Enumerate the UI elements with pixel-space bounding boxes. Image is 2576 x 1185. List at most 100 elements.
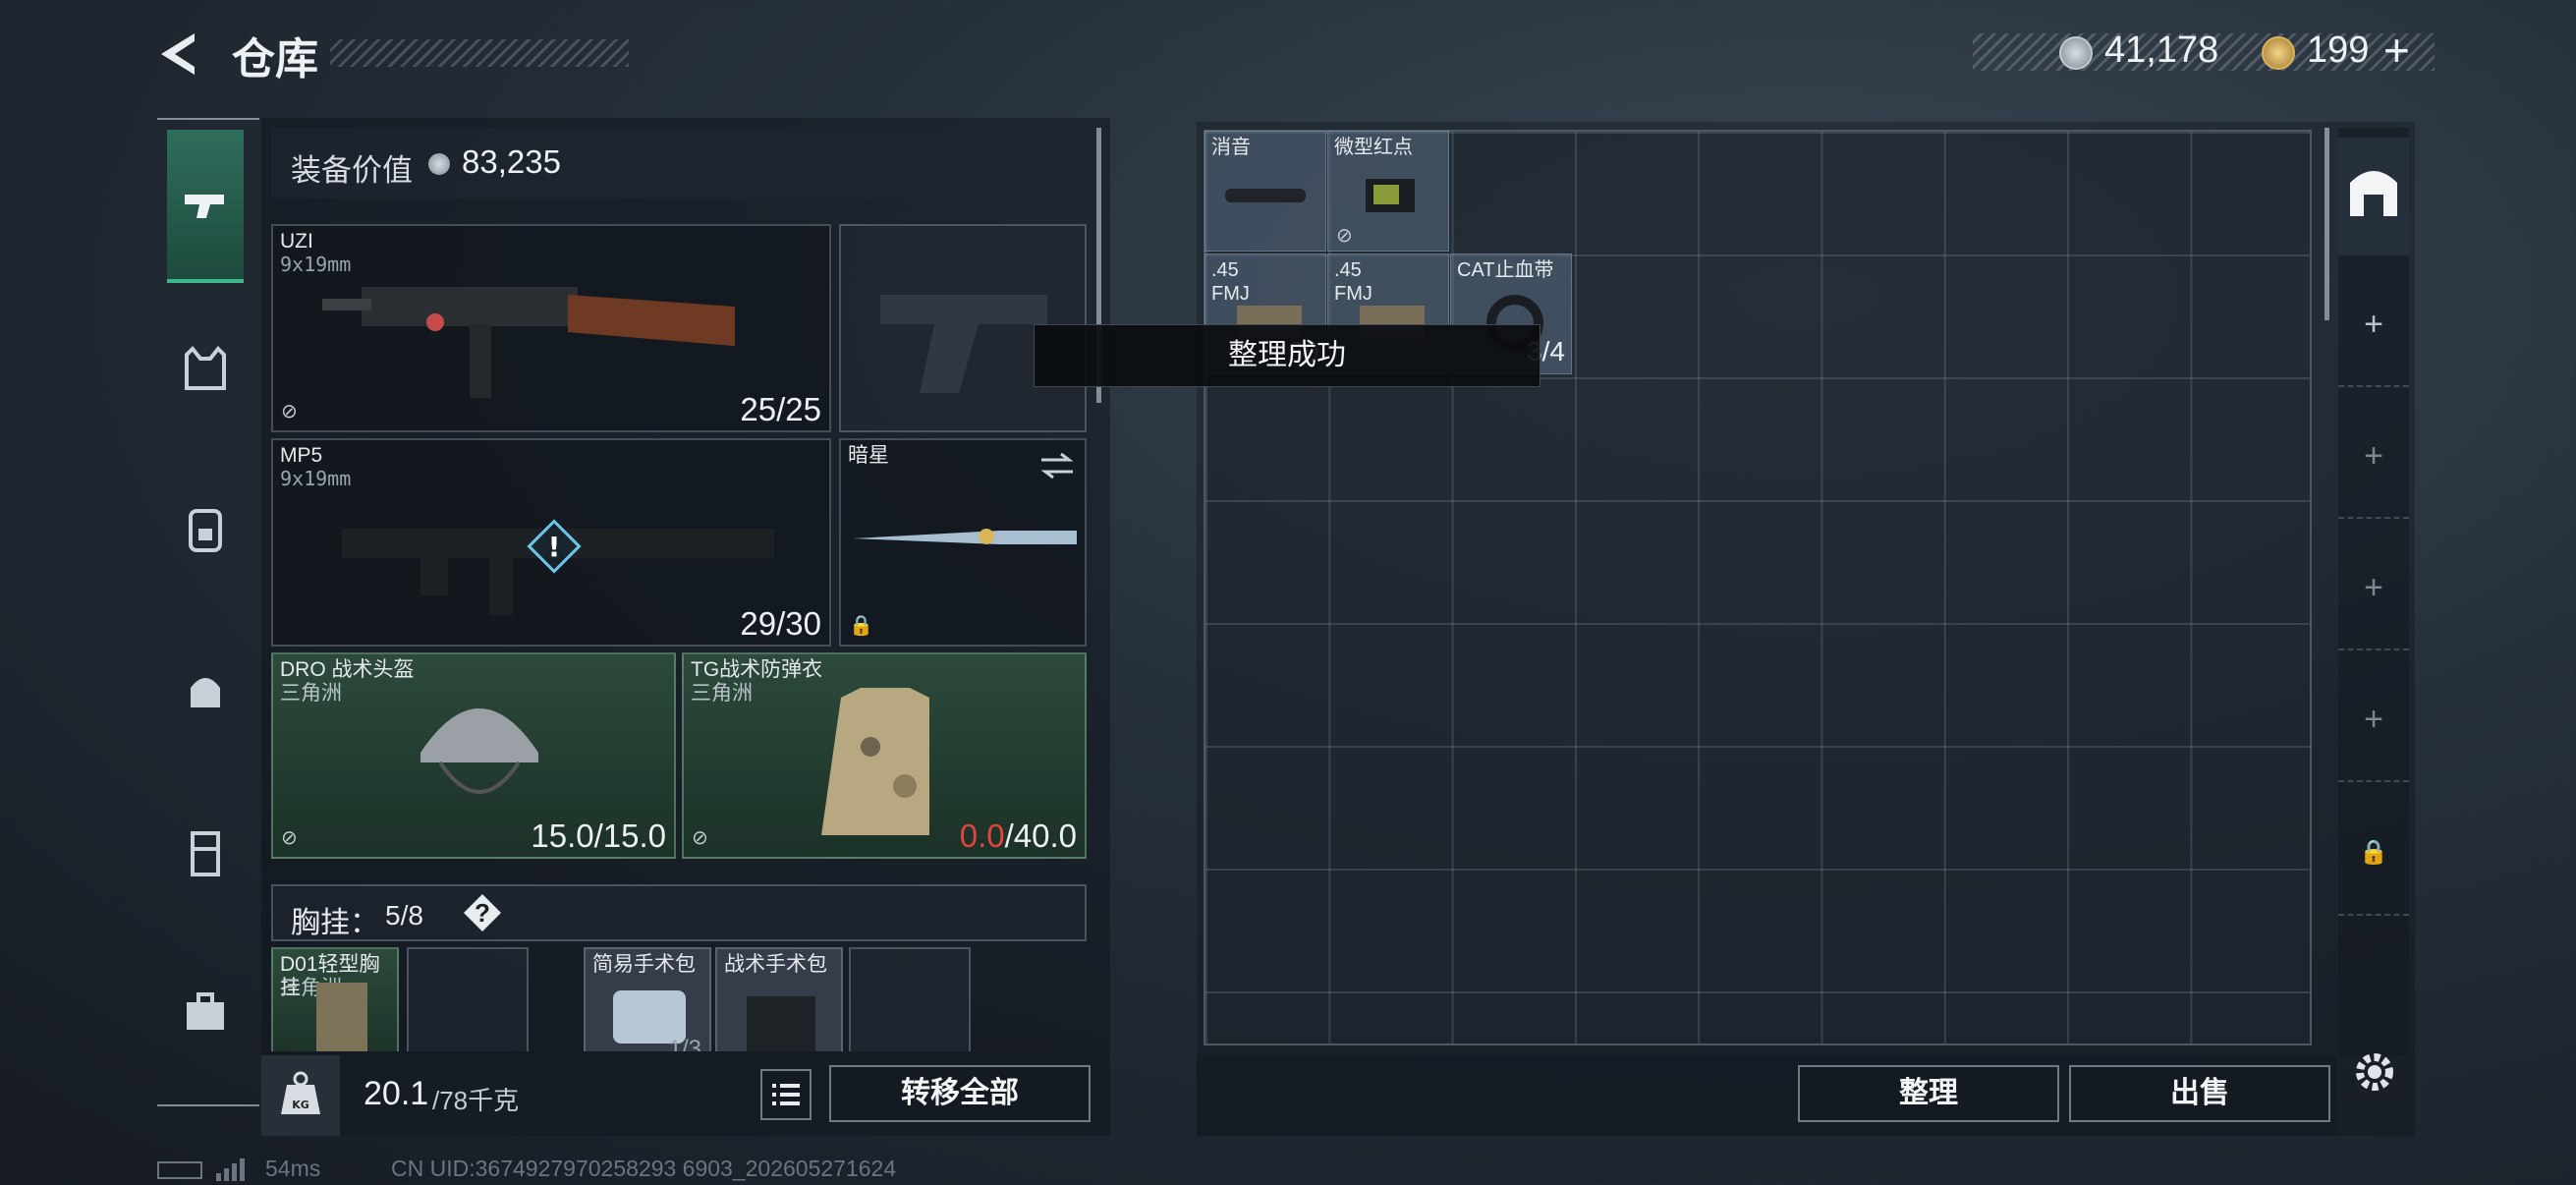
equipment-value-bar: 装备价值 83,235 <box>271 128 1092 198</box>
battery-icon <box>157 1161 202 1179</box>
chest-rig-empty-slot[interactable] <box>849 947 971 1051</box>
sidebar-tab-case[interactable] <box>167 816 244 892</box>
item-name: 微型红点 <box>1334 137 1413 158</box>
toast-message: 整理成功 <box>1034 324 1540 387</box>
backpack-icon <box>189 509 222 552</box>
settings-button[interactable] <box>2348 1045 2401 1099</box>
weapon-ammo: 25/25 <box>740 391 821 427</box>
transfer-all-button[interactable]: 转移全部 <box>829 1065 1091 1122</box>
silver-currency-value: 41,178 <box>2104 29 2219 71</box>
sidebar-tab-backpack[interactable] <box>167 491 244 568</box>
storage-scrollbar[interactable] <box>2324 128 2329 320</box>
melee-slot[interactable]: 暗星 🔒 <box>839 438 1087 647</box>
no-insure-icon: ⊘ <box>281 401 298 423</box>
add-storage-tab-button[interactable]: + <box>2338 525 2409 650</box>
weapon-name: UZI <box>280 230 313 253</box>
item-name: 简易手术包 <box>592 953 696 976</box>
item-name: 消音 <box>1211 137 1251 158</box>
sidebar-tab-vest[interactable] <box>167 329 244 406</box>
helmet-slot[interactable]: DRO 战术头盔 三角洲 ⊘ 15.0/15.0 <box>271 652 676 859</box>
no-insure-icon: ⊘ <box>1336 225 1353 247</box>
weight-badge: KG <box>261 1055 340 1136</box>
armor-durability-max: /40.0 <box>1004 818 1077 854</box>
add-storage-tab-button[interactable]: + <box>2338 261 2409 387</box>
sidebar-tab-bag[interactable] <box>167 652 244 729</box>
item-name: 战术手术包 <box>724 953 827 976</box>
signal-icon <box>214 1157 250 1181</box>
back-button[interactable] <box>155 28 204 81</box>
page-title: 仓库 <box>232 35 318 84</box>
weapon-slot-primary[interactable]: UZI 9x19mm ⊘ 25/25 <box>271 224 831 432</box>
sidebar-tab-weapons[interactable] <box>167 130 244 283</box>
back-arrow-icon <box>161 33 195 75</box>
storage-item[interactable]: 消音 <box>1204 131 1326 252</box>
weapon-ammo: 29/30 <box>740 605 821 642</box>
suppressor-image <box>1225 189 1306 202</box>
list-view-button[interactable] <box>760 1069 812 1120</box>
uzi-image <box>322 287 735 398</box>
add-currency-button[interactable]: + <box>2383 24 2410 77</box>
equipment-value-label: 装备价值 <box>291 153 413 188</box>
alert-icon: ! <box>527 519 582 574</box>
no-insure-icon: ⊘ <box>281 827 298 849</box>
helmet-origin: 三角洲 <box>280 682 342 705</box>
item-count: 1/3 <box>668 1036 701 1051</box>
storage-item[interactable]: 微型红点 ⊘ <box>1327 131 1449 252</box>
kg-weight-icon: KG <box>281 1071 320 1114</box>
ping-text: 54ms <box>265 1156 321 1181</box>
chest-rig-empty-slot[interactable] <box>407 947 529 1051</box>
chest-rig-slots: D01轻型胸挂 三角洲 简易手术包 1/3 战术手术包 <box>271 947 1087 1051</box>
case-icon <box>191 831 220 876</box>
add-storage-tab-button[interactable]: + <box>2338 393 2409 519</box>
uid-text: CN UID:3674927970258293 6903_20260527162… <box>391 1156 897 1181</box>
warehouse-icon <box>2350 171 2397 216</box>
knife-image <box>853 529 1077 544</box>
weight-current: 20.1 <box>364 1075 429 1112</box>
locked-storage-tab[interactable]: 🔒 <box>2338 790 2409 916</box>
bag-icon <box>191 678 220 707</box>
toolbox-icon <box>187 992 224 1030</box>
weight-max: /78千克 <box>432 1086 520 1115</box>
pistol-icon <box>185 195 224 218</box>
swap-icon[interactable] <box>1037 448 1077 483</box>
chest-rig-item[interactable]: 简易手术包 1/3 <box>584 947 711 1051</box>
armor-slot[interactable]: TG战术防弹衣 三角洲 ⊘ 0.0/40.0 <box>682 652 1087 859</box>
melee-name: 暗星 <box>848 444 889 467</box>
armor-origin: 三角洲 <box>691 682 753 705</box>
silver-coin-icon <box>428 153 450 175</box>
item-name: CAT止血带 <box>1457 259 1554 281</box>
helmet-image <box>420 708 538 794</box>
armor-durability-current: 0.0 <box>959 818 1005 854</box>
chest-rig-image <box>316 983 367 1051</box>
list-icon <box>772 1084 800 1105</box>
surgical-kit-image <box>747 996 815 1051</box>
no-insure-icon: ⊘ <box>692 827 708 849</box>
helmet-name: DRO 战术头盔 <box>280 658 415 681</box>
helmet-durability: 15.0/15.0 <box>531 818 666 854</box>
armor-durability: 0.0/40.0 <box>960 818 1077 855</box>
sell-button[interactable]: 出售 <box>2069 1065 2330 1122</box>
red-dot-sight-image <box>1366 179 1415 212</box>
storage-tab-main[interactable] <box>2338 138 2409 255</box>
svg-text:KG: KG <box>292 1099 309 1111</box>
equipment-value: 83,235 <box>462 143 561 180</box>
silver-coin-icon <box>2059 36 2093 70</box>
gold-currency-value: 199 <box>2307 29 2370 71</box>
vest-icon <box>185 346 226 390</box>
lock-icon: 🔒 <box>849 615 873 637</box>
chest-rig-item[interactable]: D01轻型胸挂 三角洲 <box>271 947 399 1051</box>
chest-rig-help-button[interactable]: ? <box>464 894 501 931</box>
svg-text:!: ! <box>548 531 561 563</box>
weapon-name: MP5 <box>280 444 323 467</box>
chest-rig-capacity: 5/8 <box>385 900 423 931</box>
sidebar-tab-toolbox[interactable] <box>167 975 244 1051</box>
weapon-slot-secondary[interactable]: MP5 9x19mm ! 29/30 <box>271 438 831 647</box>
armor-name: TG战术防弹衣 <box>691 658 823 681</box>
chest-rig-label: 胸挂： <box>291 907 379 939</box>
gear-icon <box>2356 1053 2393 1091</box>
add-storage-tab-button[interactable]: + <box>2338 656 2409 782</box>
gold-coin-icon <box>2262 36 2295 70</box>
title-underline-decoration <box>330 39 629 67</box>
organize-button[interactable]: 整理 <box>1798 1065 2059 1122</box>
chest-rig-item[interactable]: 战术手术包 <box>715 947 843 1051</box>
